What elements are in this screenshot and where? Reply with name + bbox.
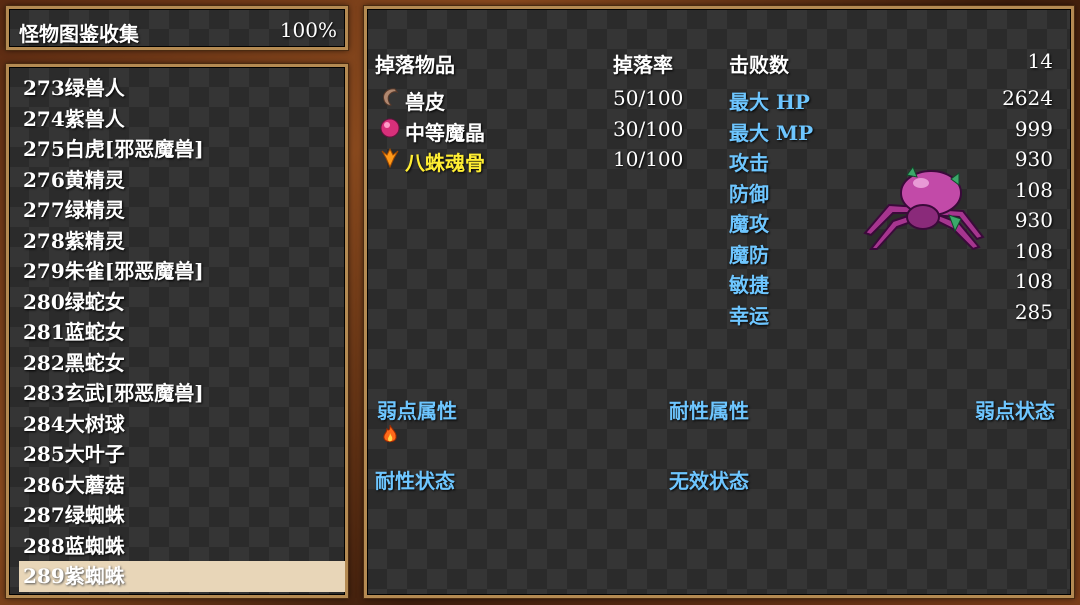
monster-list-item[interactable]: 276黄精灵 <box>19 165 345 196</box>
monster-list-item[interactable]: 275白虎[邪恶魔兽] <box>19 134 345 165</box>
drop-rate-1: 50/100 <box>613 86 684 110</box>
soul-bone-icon <box>381 147 399 169</box>
stat-value: 2624 <box>1002 86 1053 110</box>
weak-attribute-label: 弱点属性 <box>377 399 457 423</box>
stat-value: 999 <box>1014 116 1053 141</box>
collection-title: 怪物图鉴收集 <box>19 22 139 46</box>
monster-list-item[interactable]: 280绿蛇女 <box>19 287 345 318</box>
stat-label: 魔攻 <box>729 212 769 236</box>
monster-list-item[interactable]: 279朱雀[邪恶魔兽] <box>19 256 345 287</box>
crystal-icon <box>380 118 400 138</box>
stat-label: 魔防 <box>729 242 769 267</box>
collection-title-panel: 怪物图鉴收集 100% <box>5 5 349 51</box>
stat-label: 最大 MP <box>729 120 814 145</box>
stat-value: 108 <box>1014 177 1053 202</box>
resist-state-label: 耐性状态 <box>375 469 455 493</box>
fire-icon <box>383 424 397 443</box>
stat-value: 108 <box>1014 269 1053 293</box>
monster-list-item[interactable]: 283玄武[邪恶魔兽] <box>19 378 345 409</box>
stat-value: 285 <box>1014 299 1053 324</box>
stat-label: 最大 HP <box>729 90 810 114</box>
monster-list-item[interactable]: 273绿兽人 <box>19 73 345 104</box>
monster-list-item[interactable]: 281蓝蛇女 <box>19 317 345 348</box>
drop-rate-header: 掉落率 <box>613 53 673 77</box>
stat-label: 幸运 <box>729 303 769 328</box>
collection-percent: 100% <box>279 18 337 42</box>
invalid-state-label: 无效状态 <box>669 469 749 493</box>
monster-list-item[interactable]: 274紫兽人 <box>19 104 345 135</box>
stat-label: 防御 <box>729 181 769 206</box>
monster-list-item[interactable]: 287绿蜘蛛 <box>19 500 345 531</box>
monster-list-item[interactable]: 288蓝蜘蛛 <box>19 531 345 562</box>
monster-list-item[interactable]: 286大蘑菇 <box>19 470 345 501</box>
stat-value: 930 <box>1014 208 1053 232</box>
monster-detail-panel: 掉落物品 掉落率 兽皮 50/100 中等魔晶 30/100 八蛛魂骨 10/1… <box>363 5 1075 599</box>
drop-name-1: 兽皮 <box>405 90 445 114</box>
stat-value: 108 <box>1014 238 1053 263</box>
purple-spider-sprite <box>863 165 985 251</box>
monster-list-item[interactable]: 278紫精灵 <box>19 226 345 257</box>
monster-list-item[interactable]: 277绿精灵 <box>19 195 345 226</box>
monster-list-item[interactable]: 289紫蜘蛛 <box>19 561 345 592</box>
kills-value: 14 <box>1027 49 1053 73</box>
hide-icon <box>383 88 399 106</box>
weak-state-label: 弱点状态 <box>975 399 1055 423</box>
resist-attribute-label: 耐性属性 <box>669 399 749 423</box>
drop-rate-3: 10/100 <box>613 147 684 171</box>
drop-rate-2: 30/100 <box>613 117 684 141</box>
monster-list: 273绿兽人 274紫兽人 275白虎[邪恶魔兽] 276黄精灵 277绿精灵 278紫精… <box>19 73 345 592</box>
drop-items-header: 掉落物品 <box>375 53 455 77</box>
monster-list-item[interactable]: 285大叶子 <box>19 439 345 470</box>
drop-name-3: 八蛛魂骨 <box>405 151 485 175</box>
monster-list-item[interactable]: 282黑蛇女 <box>19 348 345 379</box>
monster-list-panel: 273绿兽人 274紫兽人 275白虎[邪恶魔兽] 276黄精灵 277绿精灵 278紫精… <box>5 63 349 599</box>
monster-list-item[interactable]: 284大树球 <box>19 409 345 440</box>
stat-label: 敏捷 <box>729 273 769 297</box>
stat-value: 930 <box>1014 147 1053 171</box>
drop-name-2: 中等魔晶 <box>405 121 485 145</box>
kills-label: 击败数 <box>729 53 789 77</box>
stat-label: 攻击 <box>729 151 769 175</box>
